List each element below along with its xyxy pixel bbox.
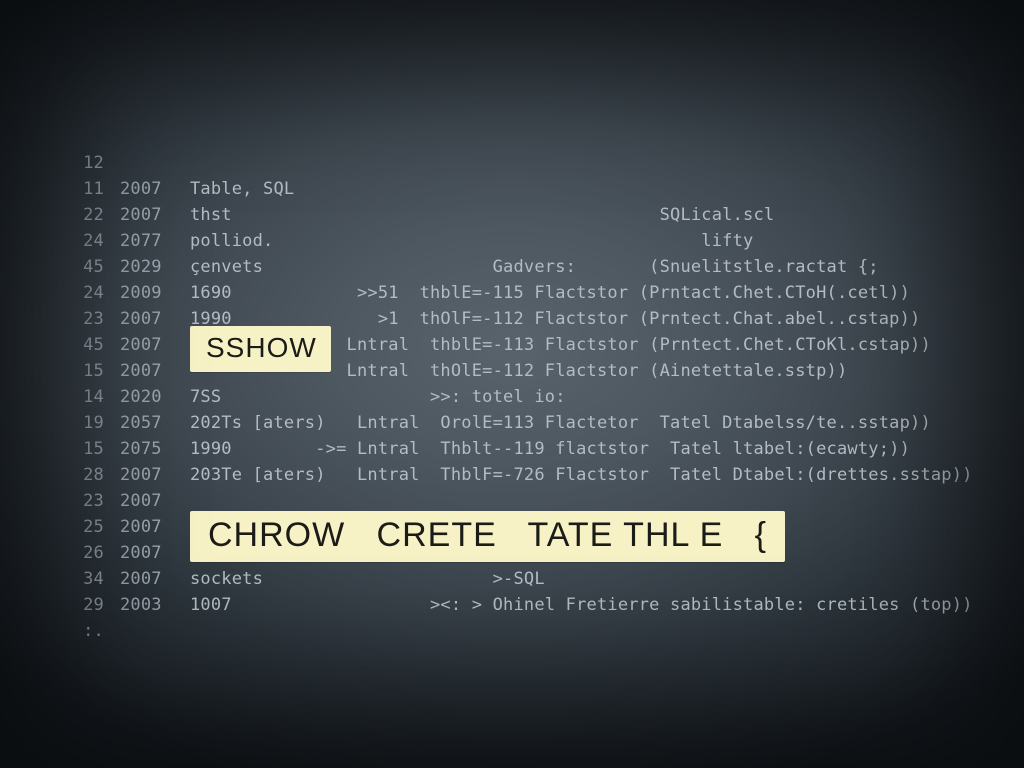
line-code: polliod. lifty <box>168 228 970 254</box>
code-line[interactable]: 2420091690 >>51 thblE=-115 Flactstor (Pr… <box>70 280 970 306</box>
line-number: 23 <box>70 306 104 332</box>
code-line[interactable]: :. <box>70 618 970 644</box>
line-year: 2029 <box>104 254 168 280</box>
code-line[interactable]: 222007thst SQLical.scl <box>70 202 970 228</box>
line-code: sockets >-SQL <box>168 566 970 592</box>
line-year: 2007 <box>104 176 168 202</box>
line-number: 28 <box>70 462 104 488</box>
line-code: 1990 ->= Lntral Thblt--119 flactstor Tat… <box>168 436 970 462</box>
highlight-chrow-crete: CHROW CRETE TATE THL E { <box>190 511 785 562</box>
line-year: 2007 <box>104 566 168 592</box>
line-year: 2007 <box>104 306 168 332</box>
line-number: 26 <box>70 540 104 566</box>
code-line[interactable]: 192057202Ts [aters) Lntral OrolE=113 Fla… <box>70 410 970 436</box>
line-number: 12 <box>70 150 104 176</box>
line-number: 23 <box>70 488 104 514</box>
line-code: 1690 >>51 thblE=-115 Flactstor (Prntact.… <box>168 280 970 306</box>
line-year: 2007 <box>104 488 168 514</box>
line-number: 45 <box>70 332 104 358</box>
line-year: 2075 <box>104 436 168 462</box>
highlight-sshow: SSHOW <box>190 326 331 372</box>
line-code: 7SS >>: totel io: <box>168 384 970 410</box>
line-year: 2077 <box>104 228 168 254</box>
line-number: 24 <box>70 228 104 254</box>
code-line[interactable]: 1420207SS >>: totel io: <box>70 384 970 410</box>
code-line[interactable]: 1520751990 ->= Lntral Thblt--119 flactst… <box>70 436 970 462</box>
line-number: 15 <box>70 358 104 384</box>
line-number: 22 <box>70 202 104 228</box>
line-year: 2007 <box>104 462 168 488</box>
line-year: 2057 <box>104 410 168 436</box>
code-line[interactable]: 242077polliod. lifty <box>70 228 970 254</box>
line-code: Table, SQL <box>168 176 970 202</box>
line-number: 24 <box>70 280 104 306</box>
line-code: çenvets Gadvers: (Snuelitstle.ractat {; <box>168 254 970 280</box>
line-code: 1007 ><: > Ohinel Fretierre sabilistable… <box>168 592 970 618</box>
line-year: 2009 <box>104 280 168 306</box>
line-year: 2007 <box>104 514 168 540</box>
code-line[interactable]: 282007203Te [aters) Lntral ThblF=-726 Fl… <box>70 462 970 488</box>
line-number: :. <box>70 618 104 644</box>
line-year: 2003 <box>104 592 168 618</box>
line-year: 2007 <box>104 358 168 384</box>
line-number: 25 <box>70 514 104 540</box>
line-number: 34 <box>70 566 104 592</box>
line-code: thst SQLical.scl <box>168 202 970 228</box>
line-year: 2007 <box>104 540 168 566</box>
line-number: 19 <box>70 410 104 436</box>
line-code: 203Te [aters) Lntral ThblF=-726 Flactsto… <box>168 462 970 488</box>
line-year: 2020 <box>104 384 168 410</box>
code-line[interactable]: 112007Table, SQL <box>70 176 970 202</box>
line-number: 15 <box>70 436 104 462</box>
code-editor[interactable]: 12112007Table, SQL222007thst SQLical.scl… <box>70 150 970 644</box>
line-number: 45 <box>70 254 104 280</box>
code-line[interactable]: 342007sockets >-SQL <box>70 566 970 592</box>
line-code: 202Ts [aters) Lntral OrolE=113 Flactetor… <box>168 410 970 436</box>
code-line[interactable]: 12 <box>70 150 970 176</box>
code-line[interactable]: 452029çenvets Gadvers: (Snuelitstle.ract… <box>70 254 970 280</box>
line-number: 29 <box>70 592 104 618</box>
code-line[interactable]: 2920031007 ><: > Ohinel Fretierre sabili… <box>70 592 970 618</box>
line-year: 2007 <box>104 202 168 228</box>
line-number: 14 <box>70 384 104 410</box>
line-year: 2007 <box>104 332 168 358</box>
line-number: 11 <box>70 176 104 202</box>
